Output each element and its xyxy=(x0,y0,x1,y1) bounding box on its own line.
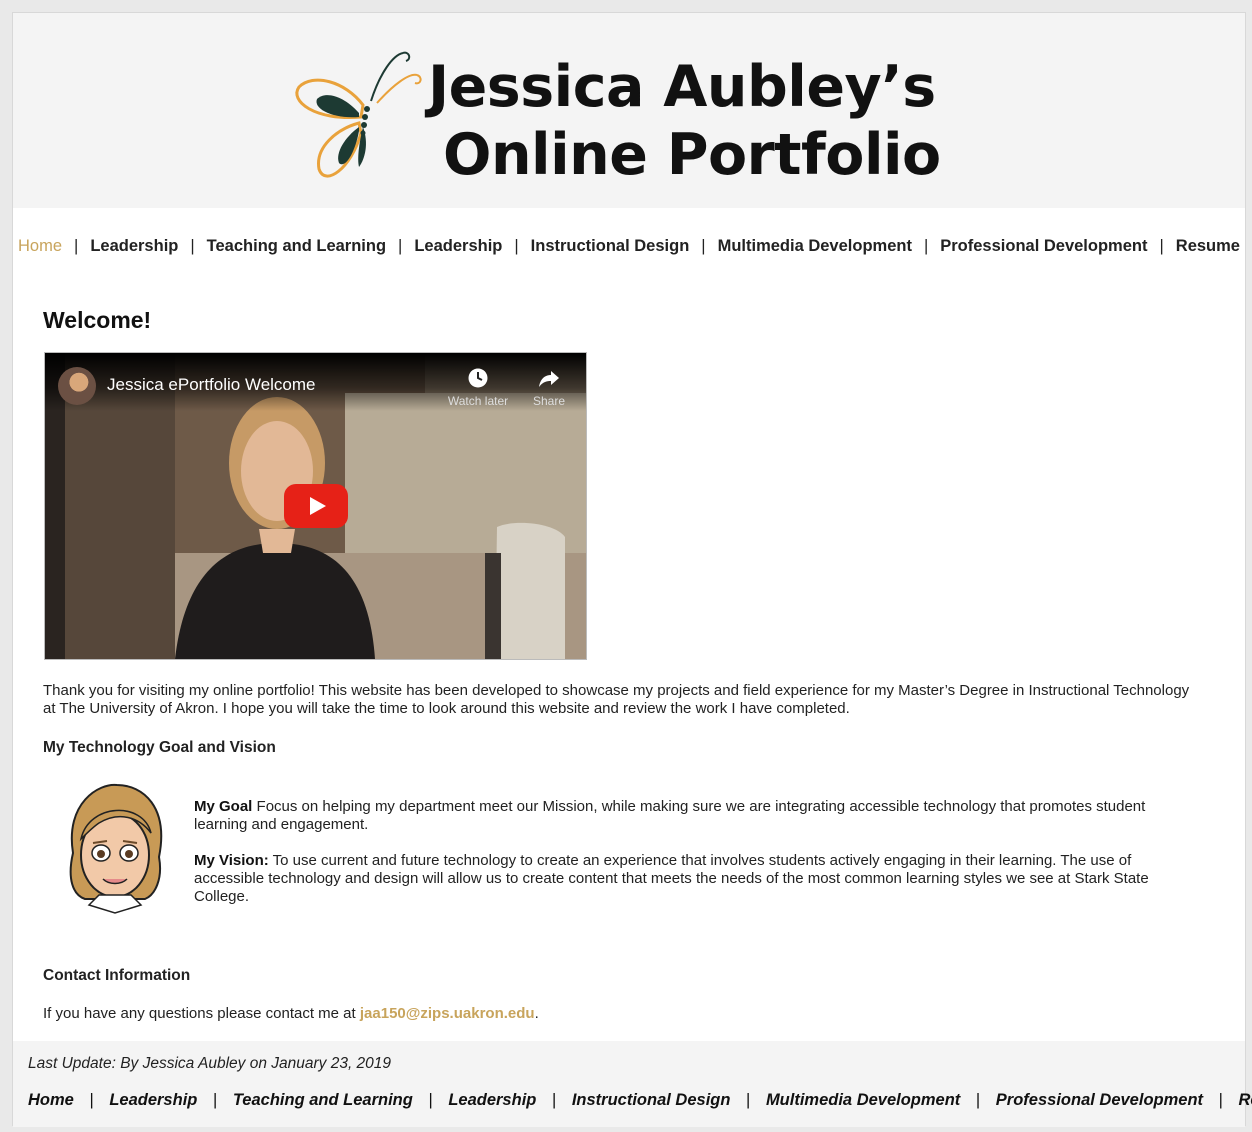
nav-separator: | xyxy=(1159,237,1164,255)
share-label: Share xyxy=(532,394,566,408)
nav-link-resume[interactable]: Resume xyxy=(1176,237,1240,256)
footer-separator: | xyxy=(428,1091,433,1109)
nav-link-professional-development[interactable]: Professional Development xyxy=(940,237,1147,256)
bitmoji-avatar-icon xyxy=(69,783,163,914)
site-title: Jessica Aubley’s Online Portfolio xyxy=(423,53,941,189)
footer-separator: | xyxy=(212,1091,218,1109)
footer-separator: | xyxy=(975,1091,981,1109)
nav-separator: | xyxy=(701,237,706,255)
nav-separator: | xyxy=(398,237,403,255)
nav-separator: | xyxy=(514,237,519,255)
nav-link-instructional-design[interactable]: Instructional Design xyxy=(531,237,690,256)
embedded-video-player[interactable]: Jessica ePortfolio Welcome Watch later S… xyxy=(44,352,587,660)
contact-heading: Contact Information xyxy=(43,967,191,984)
nav-separator: | xyxy=(923,237,929,255)
nav-link-leadership-2[interactable]: Leadership xyxy=(414,237,502,256)
footer-separator: | xyxy=(1218,1091,1223,1109)
watch-later-label: Watch later xyxy=(447,394,509,408)
page: Jessica Aubley’s Online Portfolio Home |… xyxy=(12,12,1252,1127)
footer-link-leadership[interactable]: Leadership xyxy=(109,1091,197,1109)
footer-link-leadership-2[interactable]: Leadership xyxy=(448,1091,536,1109)
contact-email-link[interactable]: jaa150@zips.uakron.edu xyxy=(360,1005,535,1022)
vision-paragraph: My Vision: To use current and future tec… xyxy=(194,852,1194,906)
nav-link-teaching-and-learning[interactable]: Teaching and Learning xyxy=(207,237,386,256)
site-title-line2: Online Portfolio xyxy=(443,122,941,188)
vision-text: To use current and future technology to … xyxy=(194,852,1149,905)
share-button[interactable]: Share xyxy=(523,367,575,408)
page-heading: Welcome! xyxy=(43,307,152,333)
clock-icon xyxy=(468,368,488,388)
channel-avatar[interactable] xyxy=(58,367,96,405)
goal-paragraph: My Goal Focus on helping my department m… xyxy=(194,798,1194,834)
nav-link-home[interactable]: Home xyxy=(18,237,62,256)
footer-link-home[interactable]: Home xyxy=(28,1091,74,1109)
footer-link-teaching-and-learning[interactable]: Teaching and Learning xyxy=(233,1091,413,1109)
footer-separator: | xyxy=(746,1091,751,1109)
nav-link-leadership[interactable]: Leadership xyxy=(90,237,178,256)
footer-link-resume[interactable]: Resume xyxy=(1239,1091,1252,1109)
vision-label: My Vision: xyxy=(194,852,269,869)
site-footer: Last Update: By Jessica Aubley on Januar… xyxy=(13,1041,1252,1127)
footer-nav: Home | Leadership | Teaching and Learnin… xyxy=(28,1091,1252,1110)
watch-later-button[interactable]: Watch later xyxy=(438,367,518,408)
goal-text: Focus on helping my department meet our … xyxy=(194,798,1146,833)
contact-suffix: . xyxy=(534,1005,539,1022)
last-update-text: Last Update: By Jessica Aubley on Januar… xyxy=(28,1055,392,1072)
main-nav: Home | Leadership | Teaching and Learnin… xyxy=(13,237,1245,256)
footer-link-multimedia-development[interactable]: Multimedia Development xyxy=(766,1091,960,1109)
contact-paragraph: If you have any questions please contact… xyxy=(43,1005,539,1022)
site-banner: Jessica Aubley’s Online Portfolio xyxy=(13,13,1245,208)
youtube-play-icon[interactable] xyxy=(284,484,348,528)
nav-separator: | xyxy=(190,237,195,255)
goal-label: My Goal xyxy=(194,798,253,815)
nav-separator: | xyxy=(74,237,79,255)
share-arrow-icon xyxy=(539,371,559,387)
nav-link-multimedia-development[interactable]: Multimedia Development xyxy=(718,237,912,256)
footer-link-professional-development[interactable]: Professional Development xyxy=(996,1091,1203,1109)
butterfly-logo-icon xyxy=(295,51,422,178)
footer-separator: | xyxy=(551,1091,557,1109)
site-title-line1: Jessica Aubley’s xyxy=(427,54,936,120)
goal-vision-heading: My Technology Goal and Vision xyxy=(43,739,276,756)
intro-paragraph: Thank you for visiting my online portfol… xyxy=(43,682,1190,717)
contact-prefix: If you have any questions please contact… xyxy=(43,1005,360,1022)
footer-separator: | xyxy=(89,1091,94,1109)
video-title[interactable]: Jessica ePortfolio Welcome xyxy=(107,375,316,395)
footer-link-instructional-design[interactable]: Instructional Design xyxy=(572,1091,731,1109)
